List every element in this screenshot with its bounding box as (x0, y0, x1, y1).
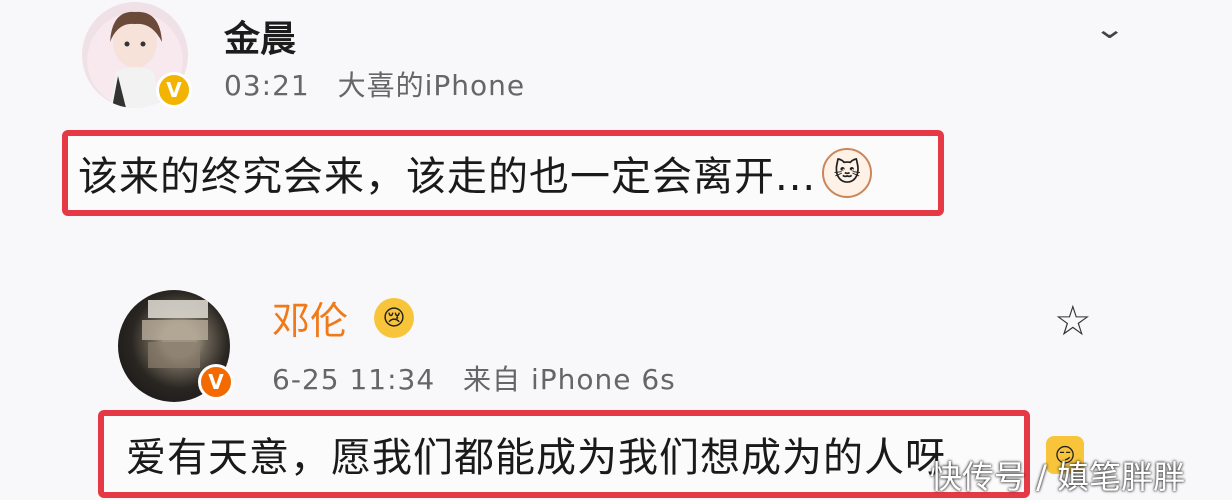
comment-text-highlight: 爱有天意，愿我们都能成为我们想成为的人呀 (98, 410, 1030, 498)
verified-badge: V (198, 364, 234, 400)
cat-emoji-icon: 🐱 (822, 148, 873, 198)
comment-text-highlight: 该来的终究会来，该走的也一定会离开... 🐱 (62, 130, 944, 216)
comment-meta: 03:21 大喜的iPhone (224, 64, 543, 104)
comment-date: 6-25 11:34 (272, 363, 436, 396)
verified-badge: V (156, 72, 192, 108)
comment-device: 大喜的iPhone (337, 69, 526, 102)
comment-time: 03:21 (224, 69, 310, 102)
chevron-down-icon[interactable]: ⌄ (1093, 12, 1126, 45)
star-icon[interactable]: ☆ (1054, 296, 1092, 345)
watermark: 快传号 / 嫃笔胖胖 (930, 458, 1186, 496)
sad-emoji-icon: 😢 (374, 298, 414, 338)
comment-meta: 6-25 11:34 来自 iPhone 6s (272, 358, 694, 398)
username[interactable]: 金晨 (224, 10, 296, 62)
comment-source: 来自 iPhone 6s (463, 363, 676, 396)
comment-text: 爱有天意，愿我们都能成为我们想成为的人呀 (126, 435, 946, 481)
comment-text: 该来的终究会来，该走的也一定会离开... (78, 154, 817, 200)
username[interactable]: 邓伦 (272, 290, 348, 345)
